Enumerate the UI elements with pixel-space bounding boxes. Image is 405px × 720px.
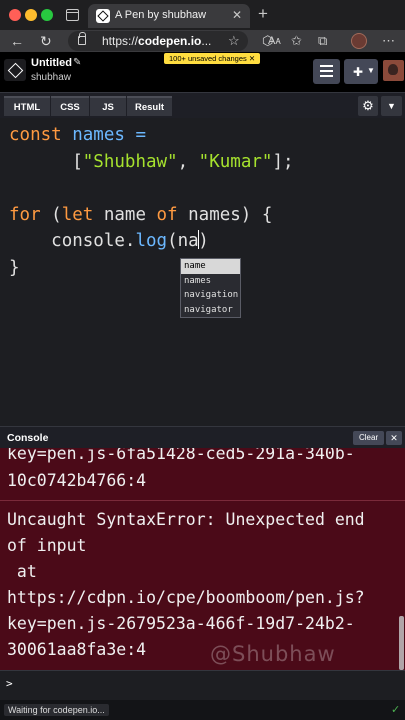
edit-title-pencil-icon[interactable]: ✎ [73,57,81,68]
watermark: @Shubhaw [210,642,336,666]
error-line: 30061aa8fa3e:4 [7,640,147,659]
tab-close-icon[interactable]: ✕ [232,8,242,22]
browser-tab-title: A Pen by shubhaw [115,9,207,21]
code-line-5: console.log(na) [51,230,209,251]
address-bar: ← ↻ https://codepen.io... Aᴀ ☆ ⬡ ✩ ⧉ ⋯ [0,30,405,52]
more-menu-icon[interactable]: ⋯ [382,33,395,49]
window-close-button[interactable] [9,9,21,21]
favorites-bar-icon[interactable]: ✩ [291,33,302,49]
autocomplete-item[interactable]: names [181,274,240,289]
favorite-icon[interactable]: ☆ [228,33,240,49]
url-text: https://codepen.io... [102,34,212,48]
editor-tab-bar: HTML CSS JS Result ⚙ ▼ [0,92,405,118]
console-scrollbar[interactable] [399,616,404,670]
tab-overview-icon[interactable] [66,9,79,21]
loading-status-text: Waiting for codepen.io... [4,704,109,716]
editor-collapse-chevron-icon[interactable]: ▼ [381,96,402,116]
new-tab-button[interactable]: + [258,5,268,23]
unsaved-changes-badge[interactable]: 100+ unsaved changes ✕ [164,53,261,64]
check-icon: ✓ [391,704,401,716]
tab-html[interactable]: HTML [4,96,50,116]
window-maximize-button[interactable] [41,9,53,21]
layout-icon [320,65,333,77]
tab-result[interactable]: Result [127,96,172,116]
error-line: key=pen.js-2679523a-466f-19d7-24b2- [7,614,355,633]
codepen-header: Untitled ✎ shubhaw 100+ unsaved changes … [0,52,405,92]
status-bar: Waiting for codepen.io... ✓ [0,700,405,720]
autocomplete-item[interactable]: name [181,259,240,274]
log-divider [0,500,405,501]
back-arrow-icon[interactable]: ← [10,31,24,51]
pen-author[interactable]: shubhaw [31,72,71,83]
browser-tab-bar: A Pen by shubhaw ✕ + [0,0,405,30]
console-header: Console Clear ✕ [0,426,405,448]
change-view-button[interactable] [313,59,340,84]
log-entry-previous-line-1: key=pen.js-6fa51428-ced5-291a-340b- [7,448,355,463]
code-line-1: const names = [9,125,146,145]
collections-icon[interactable]: ⧉ [318,33,327,49]
console-clear-button[interactable]: Clear [353,431,385,445]
lock-icon [78,32,86,45]
tab-js[interactable]: JS [90,96,126,116]
pen-title[interactable]: Untitled [31,57,72,69]
browser-profile-avatar[interactable] [351,33,367,49]
code-line-6: } [9,258,20,278]
console-input-field[interactable]: > [0,670,405,700]
user-avatar[interactable] [383,60,404,81]
code-line-2: ["Shubhaw", "Kumar"]; [72,152,294,172]
error-line: Uncaught SyntaxError: Unexpected end [7,510,365,529]
console-prompt: > [6,677,13,690]
pin-button[interactable]: ✚ ▼ [344,59,378,84]
console-log[interactable]: key=pen.js-6fa51428-ced5-291a-340b- 10c0… [0,448,405,670]
tab-css[interactable]: CSS [51,96,89,116]
extensions-icon[interactable]: ⬡ [262,33,273,49]
codepen-favicon-icon [96,9,110,23]
error-line: of input [7,536,87,555]
code-line-4: for (let name of names) { [9,205,273,225]
codepen-logo-icon[interactable] [4,59,26,81]
window-minimize-button[interactable] [25,9,37,21]
console-title: Console [7,432,49,444]
error-line: https://cdpn.io/cpe/boomboom/pen.js? [7,588,365,607]
browser-tab-active[interactable]: A Pen by shubhaw ✕ [88,4,250,28]
chevron-down-icon: ▼ [367,66,375,75]
autocomplete-item[interactable]: navigation [181,288,240,303]
log-entry-previous-line-2: 10c0742b4766:4 [7,471,147,490]
url-field[interactable]: https://codepen.io... Aᴀ [68,31,281,51]
reload-icon[interactable]: ↻ [40,31,52,51]
editor-settings-gear-icon[interactable]: ⚙ [358,96,378,116]
error-line: at [7,562,37,581]
autocomplete-item[interactable]: navigator [181,303,240,318]
autocomplete-dropdown: name names navigation navigator [180,258,241,318]
console-close-button[interactable]: ✕ [386,431,402,445]
pin-icon: ✚ [353,65,364,79]
